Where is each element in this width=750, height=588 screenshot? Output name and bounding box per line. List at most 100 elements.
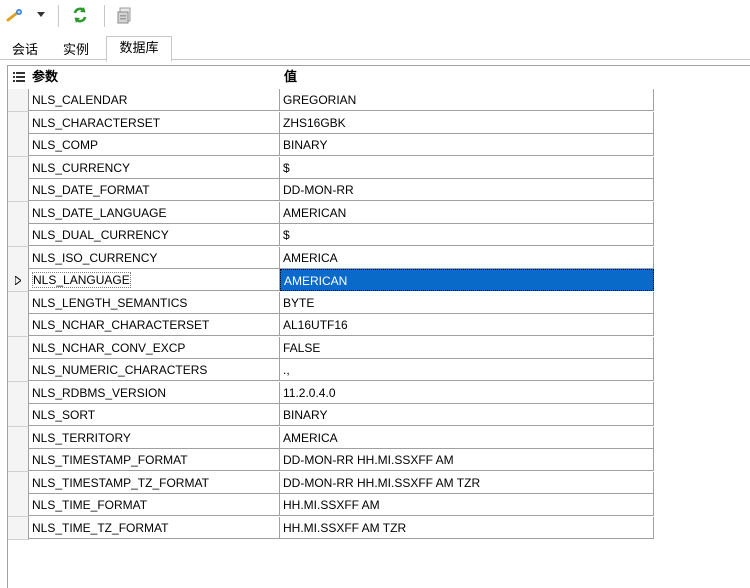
row-indicator[interactable] <box>8 269 29 292</box>
row-indicator[interactable] <box>8 426 29 450</box>
cell-parameter[interactable]: NLS_CURRENCY <box>29 156 280 179</box>
cell-value[interactable]: $ <box>280 224 654 246</box>
cell-text: NLS_LENGTH_SEMANTICS <box>32 295 188 310</box>
row-indicator[interactable] <box>8 111 29 135</box>
cell-value[interactable]: ., <box>280 359 654 381</box>
connect-wand-icon[interactable] <box>4 4 26 26</box>
tab-label: 实例 <box>62 42 89 57</box>
cell-parameter[interactable]: NLS_TIME_FORMAT <box>29 494 280 516</box>
refresh-icon[interactable] <box>68 4 92 26</box>
row-indicator[interactable] <box>8 224 29 247</box>
cell-text: NLS_DATE_FORMAT <box>32 183 150 197</box>
cell-value[interactable]: 11.2.0.4.0 <box>280 381 654 404</box>
cell-text: AMERICAN <box>284 274 348 288</box>
cell-parameter[interactable]: NLS_ISO_CURRENCY <box>29 246 280 269</box>
row-indicator[interactable] <box>8 359 29 382</box>
cell-parameter[interactable]: NLS_TIME_TZ_FORMAT <box>29 516 280 539</box>
cell-parameter[interactable]: NLS_TERRITORY <box>29 426 280 449</box>
cell-value[interactable]: $ <box>280 156 654 179</box>
toolbar-separator <box>58 5 59 27</box>
parameter-grid[interactable]: 参数 值 NLS_CALENDAR GREGORIAN NLS_CHARACTERS… <box>7 65 750 588</box>
row-indicator[interactable] <box>8 314 29 337</box>
cell-value[interactable]: AL16UTF16 <box>280 314 654 336</box>
cell-value[interactable]: FALSE <box>280 336 654 359</box>
cell-text: HH.MI.SSXFF AM TZR <box>283 520 407 535</box>
cell-parameter[interactable]: NLS_LENGTH_SEMANTICS <box>29 291 280 314</box>
tab-sessions[interactable]: 会话 <box>4 38 46 61</box>
cell-parameter[interactable]: NLS_TIMESTAMP_FORMAT <box>29 449 280 471</box>
cell-value[interactable]: AMERICAN <box>280 269 654 291</box>
cell-parameter[interactable]: NLS_DATE_LANGUAGE <box>29 201 280 224</box>
cell-value[interactable]: BINARY <box>280 134 654 156</box>
cell-parameter[interactable]: NLS_DATE_FORMAT <box>29 179 280 201</box>
column-header-parameter[interactable]: 参数 <box>32 66 58 88</box>
cell-value[interactable]: GREGORIAN <box>280 89 654 111</box>
grid-menu-icon[interactable] <box>8 66 30 88</box>
tab-label: 数据库 <box>119 40 159 55</box>
current-row-arrow-icon <box>15 275 21 285</box>
cell-text: NLS_TIMESTAMP_FORMAT <box>32 453 188 467</box>
cell-text: ., <box>283 363 290 377</box>
row-indicator[interactable] <box>8 134 29 157</box>
cell-parameter[interactable]: NLS_RDBMS_VERSION <box>29 381 280 404</box>
cell-text: 11.2.0.4.0 <box>283 385 336 400</box>
cell-value[interactable]: AMERICA <box>280 246 654 269</box>
cell-parameter[interactable]: NLS_SORT <box>29 404 280 426</box>
row-indicator[interactable] <box>8 336 29 360</box>
row-indicator[interactable] <box>8 246 29 270</box>
row-indicator[interactable] <box>8 404 29 427</box>
export-icon[interactable] <box>112 4 138 26</box>
cell-value[interactable]: DD-MON-RR HH.MI.SSXFF AM TZR <box>280 471 654 494</box>
cell-text: DD-MON-RR HH.MI.SSXFF AM <box>283 453 454 467</box>
row-indicator[interactable] <box>8 156 29 180</box>
row-indicator[interactable] <box>8 291 29 315</box>
cell-parameter[interactable]: NLS_TIMESTAMP_TZ_FORMAT <box>29 471 280 494</box>
cell-parameter[interactable]: NLS_COMP <box>29 134 280 156</box>
cell-value[interactable]: AMERICAN <box>280 201 654 224</box>
cell-text: NLS_TERRITORY <box>32 430 131 445</box>
toolbar-separator <box>104 5 105 27</box>
cell-text: AMERICA <box>283 250 338 265</box>
cell-text: NLS_CALENDAR <box>32 93 128 107</box>
row-indicator[interactable] <box>8 516 29 540</box>
cell-value[interactable]: ZHS16GBK <box>280 111 654 134</box>
tab-label: 会话 <box>11 42 38 57</box>
cell-text: BINARY <box>283 138 328 152</box>
row-indicator[interactable] <box>8 201 29 225</box>
cell-text: NLS_SORT <box>32 408 96 422</box>
dropdown-arrow-icon[interactable] <box>34 4 48 26</box>
row-indicator[interactable] <box>8 494 29 517</box>
cell-text: AMERICA <box>283 430 338 445</box>
cell-parameter[interactable]: NLS_CALENDAR <box>29 89 280 111</box>
row-indicator[interactable] <box>8 179 29 202</box>
cell-value[interactable]: DD-MON-RR HH.MI.SSXFF AM <box>280 449 654 471</box>
cell-text: NLS_NCHAR_CHARACTERSET <box>32 318 210 332</box>
cell-text: NLS_ISO_CURRENCY <box>32 250 158 265</box>
cell-parameter[interactable]: NLS_NUMERIC_CHARACTERS <box>29 359 280 381</box>
tab-database[interactable]: 数据库 <box>106 36 172 62</box>
toolbar <box>0 0 750 32</box>
cell-parameter[interactable]: NLS_LANGUAGE <box>29 269 280 291</box>
cell-text: NLS_DUAL_CURRENCY <box>32 228 169 242</box>
column-header-value[interactable]: 值 <box>284 66 297 88</box>
tab-strip: 会话 实例 数据库 <box>0 36 750 62</box>
cell-value[interactable]: DD-MON-RR <box>280 179 654 201</box>
row-indicator[interactable] <box>8 89 29 112</box>
cell-parameter[interactable]: NLS_CHARACTERSET <box>29 111 280 134</box>
cell-text: NLS_LANGUAGE <box>32 272 131 288</box>
cell-parameter[interactable]: NLS_NCHAR_CONV_EXCP <box>29 336 280 359</box>
tab-instance[interactable]: 实例 <box>52 38 100 61</box>
row-indicator[interactable] <box>8 449 29 472</box>
row-indicator[interactable] <box>8 471 29 495</box>
cell-text: AMERICAN <box>283 205 347 220</box>
cell-value[interactable]: BINARY <box>280 404 654 426</box>
cell-text: $ <box>283 160 290 175</box>
cell-value[interactable]: HH.MI.SSXFF AM <box>280 494 654 516</box>
cell-value[interactable]: HH.MI.SSXFF AM TZR <box>280 516 654 539</box>
cell-parameter[interactable]: NLS_NCHAR_CHARACTERSET <box>29 314 280 336</box>
row-indicator[interactable] <box>8 381 29 405</box>
cell-parameter[interactable]: NLS_DUAL_CURRENCY <box>29 224 280 246</box>
cell-text: NLS_TIME_TZ_FORMAT <box>32 520 169 535</box>
cell-value[interactable]: AMERICA <box>280 426 654 449</box>
cell-value[interactable]: BYTE <box>280 291 654 314</box>
